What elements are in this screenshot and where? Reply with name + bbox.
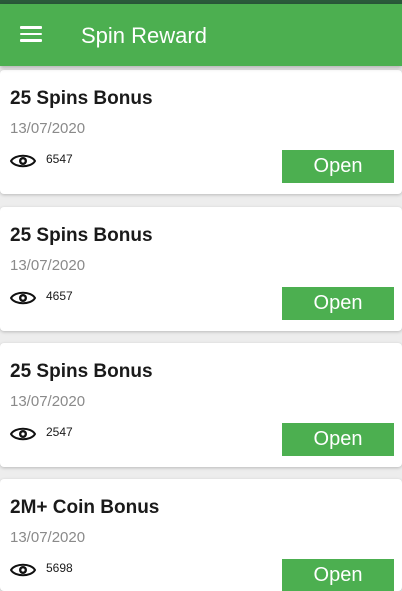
reward-date: 13/07/2020 bbox=[10, 120, 86, 137]
hamburger-menu-icon[interactable] bbox=[20, 26, 42, 42]
open-button[interactable]: Open bbox=[282, 423, 394, 456]
reward-date: 13/07/2020 bbox=[10, 393, 86, 410]
eye-icon bbox=[10, 291, 36, 305]
reward-card: 25 Spins Bonus 13/07/2020 2547 Open bbox=[0, 343, 402, 467]
reward-card: 2M+ Coin Bonus 13/07/2020 5698 Open bbox=[0, 479, 402, 591]
app-bar: Spin Reward bbox=[0, 4, 402, 66]
reward-date: 13/07/2020 bbox=[10, 529, 86, 546]
open-button[interactable]: Open bbox=[282, 287, 394, 320]
reward-view-count: 5698 bbox=[46, 561, 73, 575]
reward-card: 25 Spins Bonus 13/07/2020 6547 Open bbox=[0, 70, 402, 194]
reward-card: 25 Spins Bonus 13/07/2020 4657 Open bbox=[0, 207, 402, 331]
reward-title: 25 Spins Bonus bbox=[10, 361, 153, 382]
reward-title: 25 Spins Bonus bbox=[10, 88, 153, 109]
app-title: Spin Reward bbox=[81, 23, 207, 48]
open-button[interactable]: Open bbox=[282, 150, 394, 183]
eye-icon bbox=[10, 427, 36, 441]
reward-title: 25 Spins Bonus bbox=[10, 225, 153, 246]
eye-icon bbox=[10, 563, 36, 577]
eye-icon bbox=[10, 154, 36, 168]
reward-view-count: 6547 bbox=[46, 152, 73, 166]
open-button[interactable]: Open bbox=[282, 559, 394, 591]
reward-date: 13/07/2020 bbox=[10, 257, 86, 274]
reward-view-count: 4657 bbox=[46, 289, 73, 303]
reward-view-count: 2547 bbox=[46, 425, 73, 439]
reward-title: 2M+ Coin Bonus bbox=[10, 497, 160, 518]
